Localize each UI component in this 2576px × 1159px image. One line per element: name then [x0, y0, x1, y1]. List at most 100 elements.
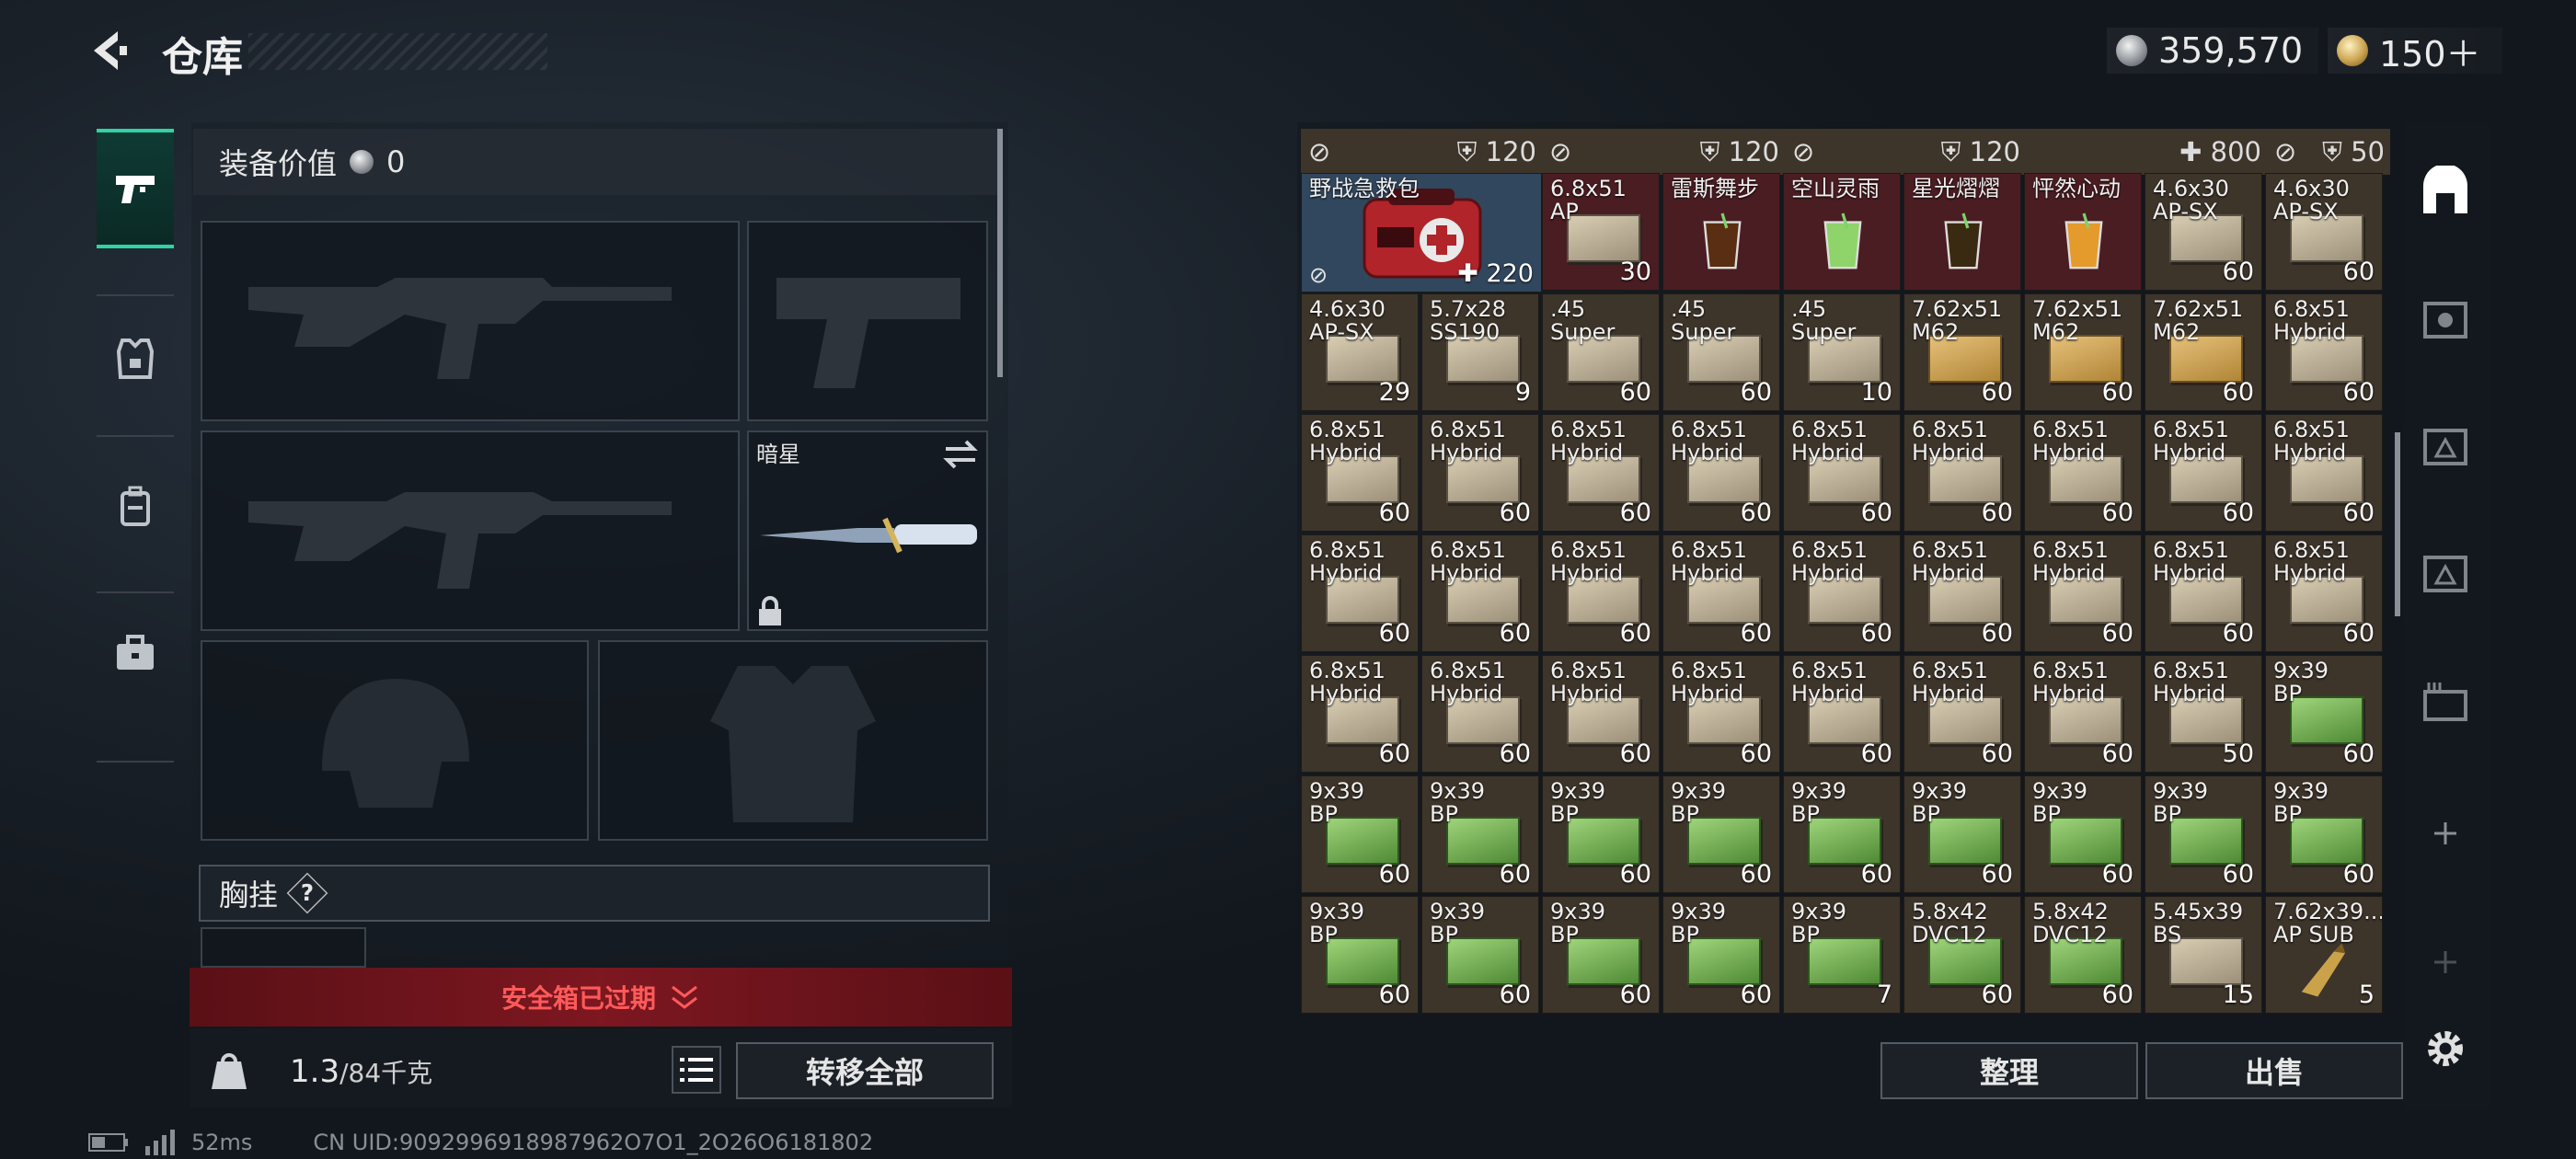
storage-item[interactable]: 9x39 BP 60	[2265, 655, 2383, 773]
storage-item[interactable]: 4.6x30 AP-SX 60	[2145, 173, 2262, 291]
storage-item[interactable]: 6.8x51 Hybrid 60	[2024, 534, 2142, 652]
storage-tab-2[interactable]	[2410, 412, 2480, 482]
storage-item[interactable]: 6.8x51 Hybrid 60	[1301, 655, 1419, 773]
storage-item[interactable]: .45 Super 60	[1662, 293, 1780, 411]
storage-item[interactable]: 6.8x51 Hybrid 60	[1903, 534, 2021, 652]
storage-top-cell[interactable]: ⊘ ⛨ 120	[1542, 129, 1785, 175]
helmet-slot[interactable]	[201, 640, 589, 841]
storage-item[interactable]: 4.6x30 AP-SX 60	[2265, 173, 2383, 291]
back-icon[interactable]	[85, 28, 131, 74]
storage-item[interactable]: 6.8x51 Hybrid 60	[1662, 534, 1780, 652]
storage-item[interactable]: 9x39 BP 60	[1662, 896, 1780, 1014]
swap-icon[interactable]	[942, 438, 979, 471]
storage-item[interactable]: 9x39 BP 60	[2145, 775, 2262, 893]
storage-item[interactable]: 6.8x51 Hybrid 60	[2265, 293, 2383, 411]
list-icon[interactable]	[672, 1046, 721, 1094]
storage-item[interactable]: 6.8x51 AP 30	[1542, 173, 1660, 291]
help-icon[interactable]: ?	[286, 872, 328, 914]
storage-item[interactable]: 6.8x51 Hybrid 60	[1542, 655, 1660, 773]
battery-icon	[88, 1133, 128, 1152]
storage-item[interactable]: 6.8x51 Hybrid 60	[1783, 414, 1901, 532]
storage-item[interactable]: 7.62x39... AP SUB 5	[2265, 896, 2383, 1014]
storage-item[interactable]: 9x39 BP 60	[1783, 775, 1901, 893]
storage-item[interactable]: 7.62x51 M62 60	[1903, 293, 2021, 411]
primary-weapon-slot[interactable]	[201, 221, 740, 421]
transfer-all-button[interactable]: 转移全部	[736, 1042, 994, 1099]
storage-item[interactable]: 7.62x51 M62 60	[2145, 293, 2262, 411]
storage-scrollbar[interactable]	[2395, 432, 2400, 616]
storage-item[interactable]: 6.8x51 Hybrid 50	[2145, 655, 2262, 773]
storage-item[interactable]: 9x39 BP 60	[2265, 775, 2383, 893]
storage-item[interactable]: 6.8x51 Hybrid 60	[1301, 414, 1419, 532]
storage-item[interactable]: .45 Super 60	[1542, 293, 1660, 411]
storage-item[interactable]: 5.8x42 DVC12 60	[2024, 896, 2142, 1014]
storage-tab-1[interactable]	[2410, 285, 2480, 355]
storage-top-cell[interactable]: ⊘ ⛨ 50	[2267, 129, 2390, 175]
storage-item[interactable]: 6.8x51 Hybrid 60	[1542, 414, 1660, 532]
tab-backpack[interactable]	[97, 451, 174, 561]
storage-item[interactable]: 空山灵雨	[1783, 173, 1901, 291]
sell-button[interactable]: 出售	[2145, 1042, 2403, 1099]
storage-item[interactable]: 6.8x51 Hybrid 60	[1783, 655, 1901, 773]
chest-rig-slot[interactable]	[201, 927, 366, 968]
storage-item[interactable]: 6.8x51 Hybrid 60	[2265, 534, 2383, 652]
storage-item[interactable]: 6.8x51 Hybrid 60	[1903, 655, 2021, 773]
equipment-scrollbar[interactable]	[997, 129, 1003, 377]
add-storage-icon[interactable]	[2410, 927, 2480, 997]
storage-item[interactable]: 6.8x51 Hybrid 60	[1421, 655, 1539, 773]
storage-item[interactable]: 5.8x42 DVC12 60	[1903, 896, 2021, 1014]
storage-item[interactable]: 6.8x51 Hybrid 60	[2145, 534, 2262, 652]
safe-box-expired-banner[interactable]: 安全箱已过期	[190, 968, 1012, 1027]
tab-weapons[interactable]	[97, 129, 174, 248]
storage-top-cell[interactable]: ✚ 800	[2026, 129, 2267, 175]
storage-top-cell[interactable]: ⊘ ⛨ 120	[1785, 129, 2026, 175]
storage-item[interactable]: 9x39 BP 60	[1421, 775, 1539, 893]
tab-case[interactable]	[97, 598, 174, 708]
storage-item[interactable]: 6.8x51 Hybrid 60	[1421, 534, 1539, 652]
storage-item[interactable]: 6.8x51 Hybrid 60	[2024, 414, 2142, 532]
storage-item[interactable]: 9x39 BP 60	[1542, 896, 1660, 1014]
storage-item[interactable]: 6.8x51 Hybrid 60	[1783, 534, 1901, 652]
storage-item[interactable]: 4.6x30 AP-SX 29	[1301, 293, 1419, 411]
storage-item[interactable]: 9x39 BP 60	[1301, 775, 1419, 893]
storage-item[interactable]: 6.8x51 Hybrid 60	[2265, 414, 2383, 532]
sort-button[interactable]: 整理	[1880, 1042, 2138, 1099]
storage-item[interactable]: 怦然心动	[2024, 173, 2142, 291]
storage-item[interactable]: 雷斯舞步	[1662, 173, 1780, 291]
storage-item[interactable]: 6.8x51 Hybrid 60	[1903, 414, 2021, 532]
storage-item[interactable]: 6.8x51 Hybrid 60	[1662, 414, 1780, 532]
storage-item[interactable]: 9x39 BP 60	[1542, 775, 1660, 893]
storage-item[interactable]: 6.8x51 Hybrid 60	[1301, 534, 1419, 652]
secondary-weapon-slot[interactable]	[201, 430, 740, 631]
armor-slot[interactable]	[598, 640, 988, 841]
storage-item[interactable]: 5.7x28 SS190 9	[1421, 293, 1539, 411]
storage-item[interactable]: 6.8x51 Hybrid 60	[1542, 534, 1660, 652]
storage-item[interactable]: 星光熠熠	[1903, 173, 2021, 291]
storage-item[interactable]: .45 Super 10	[1783, 293, 1901, 411]
storage-item[interactable]: 9x39 BP 60	[1421, 896, 1539, 1014]
storage-tab-3[interactable]	[2410, 539, 2480, 609]
settings-gear-icon[interactable]	[2410, 1014, 2480, 1084]
gold-currency[interactable]: 150＋	[2328, 28, 2502, 75]
melee-slot[interactable]: 暗星	[747, 430, 988, 631]
storage-item[interactable]: 9x39 BP 7	[1783, 896, 1901, 1014]
medkit-item[interactable]: 野战急救包 ⊘ ✚ 220	[1301, 173, 1542, 293]
item-count: 60	[1619, 981, 1651, 1009]
storage-item[interactable]: 9x39 BP 60	[2024, 775, 2142, 893]
storage-item[interactable]: 6.8x51 Hybrid 60	[1421, 414, 1539, 532]
warehouse-tab[interactable]	[2410, 156, 2480, 226]
sidearm-slot[interactable]	[747, 221, 988, 421]
add-storage-icon[interactable]	[2410, 798, 2480, 868]
storage-item[interactable]: 7.62x51 M62 60	[2024, 293, 2142, 411]
storage-item[interactable]: 6.8x51 Hybrid 60	[2145, 414, 2262, 532]
tab-armor[interactable]	[97, 304, 174, 414]
storage-item[interactable]: 6.8x51 Hybrid 60	[2024, 655, 2142, 773]
storage-item[interactable]: 9x39 BP 60	[1903, 775, 2021, 893]
storage-top-cell[interactable]: ⊘ ⛨ 120	[1301, 129, 1542, 175]
storage-tab-4[interactable]	[2410, 668, 2480, 738]
storage-item[interactable]: 5.45x39 BS 15	[2145, 896, 2262, 1014]
storage-item[interactable]: 9x39 BP 60	[1301, 896, 1419, 1014]
armor-value: ⛨ 120	[1456, 135, 1536, 167]
storage-item[interactable]: 9x39 BP 60	[1662, 775, 1780, 893]
storage-item[interactable]: 6.8x51 Hybrid 60	[1662, 655, 1780, 773]
